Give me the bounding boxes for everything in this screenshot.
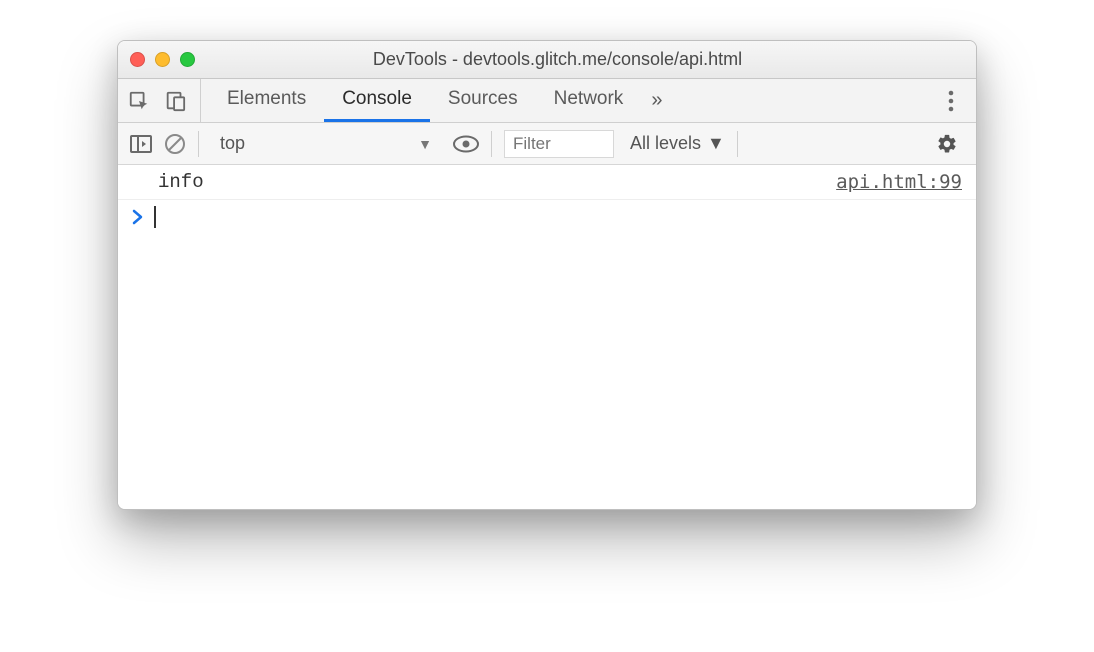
log-source-link[interactable]: api.html:99 bbox=[836, 171, 962, 193]
caret-down-icon: ▼ bbox=[418, 136, 432, 152]
inspect-element-icon[interactable] bbox=[128, 90, 150, 112]
titlebar: DevTools - devtools.glitch.me/console/ap… bbox=[118, 41, 976, 79]
settings-gear-icon[interactable] bbox=[930, 133, 964, 155]
tab-network[interactable]: Network bbox=[536, 79, 642, 122]
console-body: info api.html:99 bbox=[118, 165, 976, 509]
log-levels-selector[interactable]: All levels ▼ bbox=[630, 133, 725, 154]
log-message: info bbox=[158, 171, 204, 193]
kebab-menu-icon[interactable] bbox=[936, 79, 966, 122]
sidebar-toggle-icon[interactable] bbox=[130, 134, 152, 154]
console-toolbar: top ▼ All levels ▼ bbox=[118, 123, 976, 165]
log-row[interactable]: info api.html:99 bbox=[118, 165, 976, 200]
divider bbox=[491, 131, 492, 157]
tabs-container: Elements Console Sources Network » bbox=[201, 79, 936, 122]
prompt-caret-icon bbox=[132, 209, 144, 225]
caret-down-icon: ▼ bbox=[707, 133, 725, 154]
tab-sources[interactable]: Sources bbox=[430, 79, 536, 122]
console-prompt[interactable] bbox=[118, 200, 976, 234]
log-levels-label: All levels bbox=[630, 133, 701, 154]
context-selector-value: top bbox=[220, 133, 245, 154]
filter-input[interactable] bbox=[504, 130, 614, 158]
divider bbox=[737, 131, 738, 157]
device-toolbar-icon[interactable] bbox=[164, 90, 186, 112]
tab-elements[interactable]: Elements bbox=[209, 79, 324, 122]
inspect-tools bbox=[128, 79, 201, 122]
tabs-overflow-button[interactable]: » bbox=[641, 79, 672, 122]
text-cursor bbox=[154, 206, 156, 228]
context-selector[interactable]: top ▼ bbox=[211, 128, 441, 159]
tabs-row: Elements Console Sources Network » bbox=[118, 79, 976, 123]
close-window-button[interactable] bbox=[130, 52, 145, 67]
tab-console[interactable]: Console bbox=[324, 79, 430, 122]
live-expression-icon[interactable] bbox=[453, 135, 479, 153]
devtools-window: DevTools - devtools.glitch.me/console/ap… bbox=[117, 40, 977, 510]
window-title: DevTools - devtools.glitch.me/console/ap… bbox=[151, 49, 964, 70]
clear-console-icon[interactable] bbox=[164, 133, 186, 155]
divider bbox=[198, 131, 199, 157]
